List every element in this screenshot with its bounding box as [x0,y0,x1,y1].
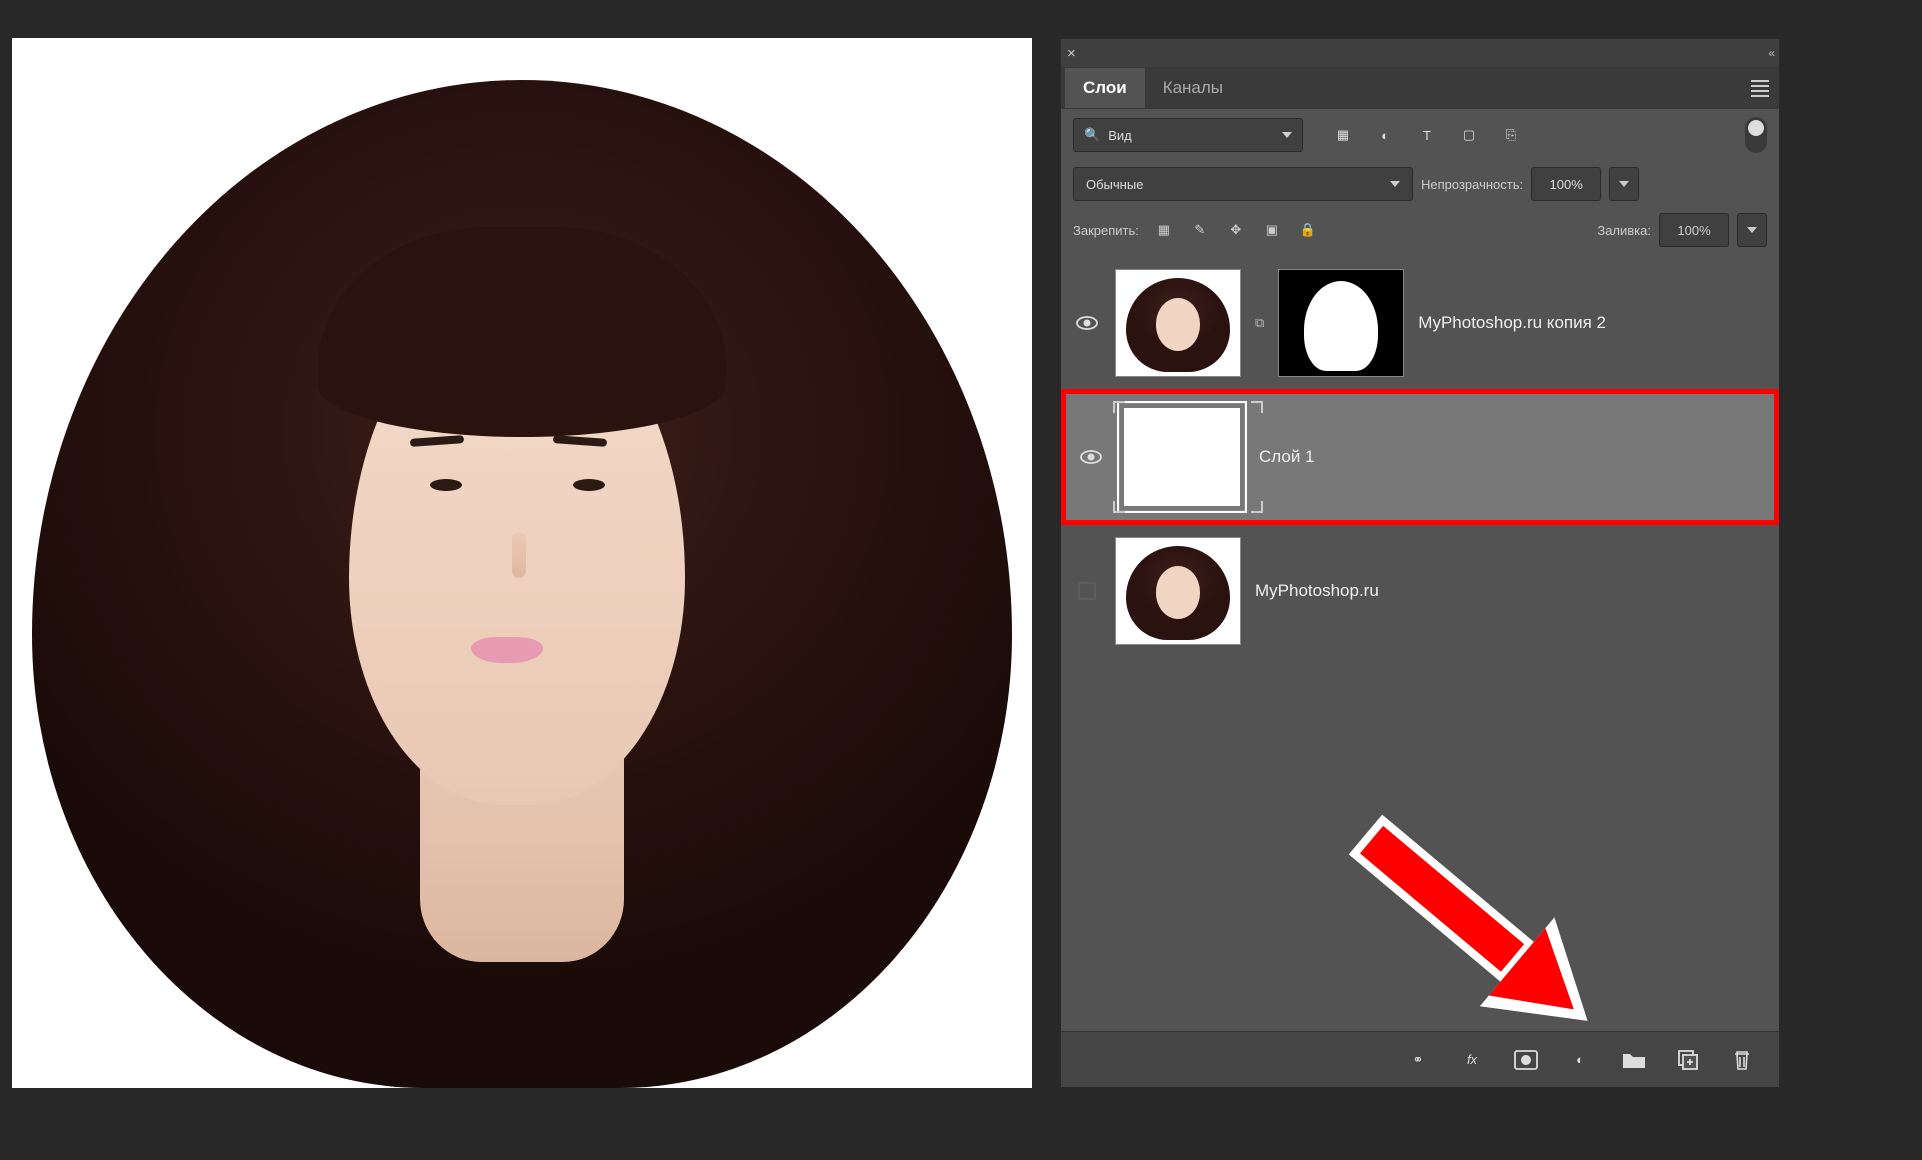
filter-text-icon[interactable]: T [1415,124,1439,146]
search-icon: 🔍 [1084,127,1100,143]
fill-input[interactable]: 100% [1659,213,1729,247]
opacity-chevron[interactable] [1609,167,1639,201]
tab-channels[interactable]: Каналы [1145,68,1241,108]
fill-label: Заливка: [1597,223,1651,238]
canvas[interactable] [12,38,1032,1088]
lock-all-icon[interactable]: 🔒 [1297,219,1319,241]
panel-menu-icon[interactable] [1751,80,1769,97]
visibility-icon[interactable] [1073,582,1101,600]
layer-name[interactable]: MyPhotoshop.ru копия 2 [1418,313,1606,333]
lock-pixels-icon[interactable]: ✎ [1189,219,1211,241]
lock-label: Закрепить: [1073,223,1139,238]
blend-mode-select[interactable]: Обычные [1073,167,1413,201]
layer-thumbnail[interactable] [1115,269,1241,377]
link-layers-icon[interactable]: ⚭ [1405,1047,1431,1073]
blend-mode-value: Обычные [1086,177,1143,192]
delete-layer-icon[interactable] [1729,1047,1755,1073]
blend-row: Обычные Непрозрачность: 100% [1061,161,1779,207]
filter-pixel-icon[interactable]: ▦ [1331,124,1355,146]
add-mask-icon[interactable] [1513,1047,1539,1073]
panel-tabs: Слои Каналы [1061,67,1779,109]
new-layer-icon[interactable] [1675,1047,1701,1073]
filter-toggle[interactable] [1745,117,1767,153]
layer-thumbnail[interactable] [1119,403,1245,511]
layer-row[interactable]: ⧉ MyPhotoshop.ru копия 2 [1061,259,1779,387]
new-group-icon[interactable] [1621,1047,1647,1073]
filter-row: 🔍 Вид ▦ ◐ T ▢ ⎘ [1061,109,1779,161]
opacity-label: Непрозрачность: [1421,177,1523,192]
lock-row: Закрепить: ▦ ✎ ✥ ▣ 🔒 Заливка: 100% [1061,207,1779,253]
layer-mask-link-icon[interactable]: ⧉ [1255,315,1264,331]
tab-layers[interactable]: Слои [1065,68,1145,108]
portrait-image [12,38,1032,1088]
panel-topbar: × « [1061,39,1779,67]
layer-filter-select[interactable]: 🔍 Вид [1073,118,1303,152]
layer-name[interactable]: MyPhotoshop.ru [1255,581,1379,601]
layers-panel: × « Слои Каналы 🔍 Вид ▦ ◐ T ▢ ⎘ Обычные … [1060,38,1780,1088]
lock-position-icon[interactable]: ✥ [1225,219,1247,241]
filter-adjust-icon[interactable]: ◐ [1373,124,1397,146]
layer-thumbnail[interactable] [1115,537,1241,645]
lock-transparency-icon[interactable]: ▦ [1153,219,1175,241]
layer-fx-icon[interactable]: fx [1459,1047,1485,1073]
adjustment-layer-icon[interactable]: ◐ [1567,1047,1593,1073]
collapse-icon[interactable]: « [1768,46,1773,60]
opacity-input[interactable]: 100% [1531,167,1601,201]
lock-artboard-icon[interactable]: ▣ [1261,219,1283,241]
layer-name[interactable]: Слой 1 [1259,447,1315,467]
layer-mask-thumbnail[interactable] [1278,269,1404,377]
panel-footer: ⚭ fx ◐ [1061,1031,1779,1087]
filter-smart-icon[interactable]: ⎘ [1499,124,1523,146]
filter-label: Вид [1108,128,1132,143]
fill-chevron[interactable] [1737,213,1767,247]
chevron-down-icon [1282,132,1292,138]
close-icon[interactable]: × [1067,45,1076,62]
chevron-down-icon [1390,181,1400,187]
visibility-icon[interactable] [1077,449,1105,465]
filter-shape-icon[interactable]: ▢ [1457,124,1481,146]
layers-list: ⧉ MyPhotoshop.ru копия 2 Слой 1 MyPhotos… [1061,253,1779,655]
visibility-icon[interactable] [1073,315,1101,331]
layer-row[interactable]: Слой 1 [1065,393,1775,521]
layer-row[interactable]: MyPhotoshop.ru [1061,527,1779,655]
